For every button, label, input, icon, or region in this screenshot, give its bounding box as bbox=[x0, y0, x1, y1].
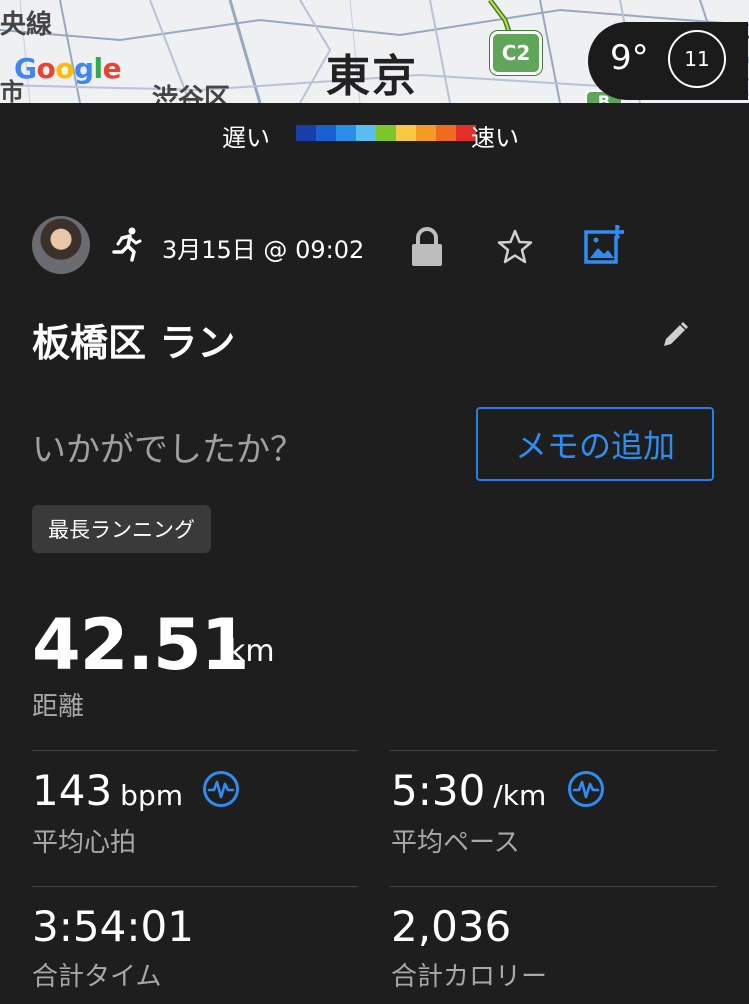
avg-pace-unit: /km bbox=[493, 779, 547, 812]
map-label: 東京 bbox=[326, 51, 418, 102]
divider bbox=[390, 750, 717, 751]
speed-color-segment bbox=[416, 125, 436, 141]
distance-label: 距離 bbox=[32, 692, 85, 722]
add-memo-button[interactable]: メモの追加 bbox=[476, 407, 714, 481]
speed-color-segment bbox=[356, 125, 376, 141]
avg-pace-label: 平均ペース bbox=[391, 828, 520, 858]
calories-value: 2,036 bbox=[391, 902, 512, 951]
star-icon[interactable] bbox=[496, 228, 534, 266]
speed-legend: 遅い 速い bbox=[0, 118, 749, 152]
route-shield: C2 bbox=[490, 31, 542, 75]
legend-fast-label: 速い bbox=[471, 124, 519, 152]
speed-color-segment bbox=[436, 125, 456, 141]
total-time-value: 3:54:01 bbox=[32, 902, 194, 951]
divider bbox=[390, 886, 717, 887]
avg-pace: 5:30/km bbox=[391, 766, 546, 815]
uv-index-dial: 11 bbox=[668, 30, 726, 88]
achievement-badge: 最長ランニング bbox=[32, 505, 211, 553]
speed-color-bar bbox=[296, 125, 476, 141]
weather-widget[interactable]: 9° 11 bbox=[588, 22, 748, 100]
map-label: 渋谷区 bbox=[152, 84, 231, 103]
divider bbox=[32, 886, 358, 887]
map-label: 央線 bbox=[0, 10, 53, 40]
avg-hr-label: 平均心拍 bbox=[32, 828, 137, 858]
avg-hr-unit: bpm bbox=[120, 779, 183, 812]
heart-rate-info-icon[interactable] bbox=[202, 770, 240, 808]
speed-color-segment bbox=[336, 125, 356, 141]
activity-date: 3月15日 @ 09:02 bbox=[162, 236, 365, 264]
avatar[interactable] bbox=[32, 216, 90, 274]
running-icon bbox=[112, 227, 142, 262]
add-photo-icon[interactable] bbox=[584, 224, 626, 266]
avg-hr-value: 143 bbox=[32, 766, 113, 815]
speed-color-segment bbox=[396, 125, 416, 141]
temperature: 9° bbox=[610, 38, 649, 78]
google-logo: Google bbox=[14, 52, 122, 85]
activity-title: 板橋区 ラン bbox=[32, 321, 236, 365]
route-map[interactable]: 央線 市 東京 渋谷区 船 Google C2 B 9° 11 bbox=[0, 0, 749, 103]
total-time-label: 合計タイム bbox=[32, 962, 162, 992]
avg-heart-rate: 143 bpm bbox=[32, 766, 183, 815]
speed-color-segment bbox=[296, 125, 316, 141]
feeling-prompt: いかがでしたか？ bbox=[32, 430, 304, 470]
pace-info-icon[interactable] bbox=[567, 770, 605, 808]
distance-unit: km bbox=[228, 634, 275, 669]
distance-value: 42.51 bbox=[32, 604, 249, 686]
uv-index-value: 11 bbox=[684, 47, 710, 71]
speed-color-segment bbox=[376, 125, 396, 141]
lock-icon[interactable] bbox=[410, 226, 444, 268]
edit-pencil-icon[interactable] bbox=[660, 320, 690, 350]
avg-pace-value: 5:30 bbox=[391, 766, 486, 815]
divider bbox=[32, 750, 358, 751]
speed-color-segment bbox=[316, 125, 336, 141]
calories-label: 合計カロリー bbox=[391, 962, 548, 992]
legend-slow-label: 遅い bbox=[222, 124, 270, 152]
